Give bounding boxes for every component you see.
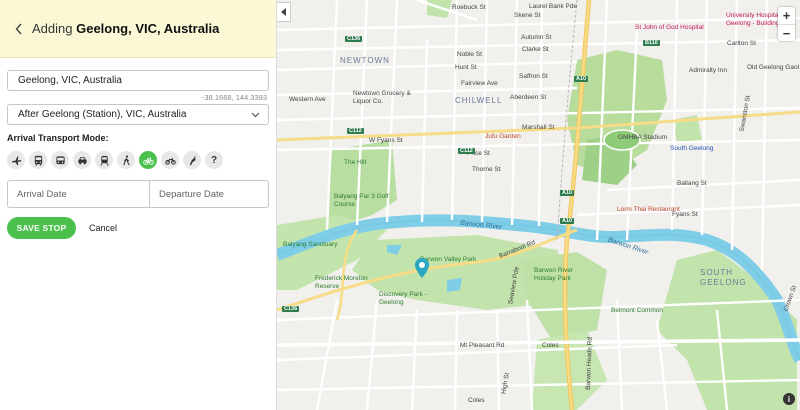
street-label: Thorne St [472, 166, 501, 173]
road-shield: C136 [345, 36, 363, 42]
poi-label: Newtown Grocery & Liquor Co. [353, 90, 411, 105]
poi-label: Admiralty Inn [689, 67, 727, 74]
poi-label: Lorm Thai Restaurant [617, 206, 680, 213]
street-label: Fyans St [672, 211, 698, 218]
street-label: Roebuck St [452, 4, 486, 11]
poi-label: University Hospital Geelong - Building [726, 12, 780, 27]
collapse-panel-button[interactable] [277, 2, 291, 22]
departure-date-input[interactable] [149, 181, 291, 207]
unknown-icon: ? [210, 154, 218, 166]
train-icon [99, 155, 109, 166]
poi-label: Coles [542, 342, 559, 349]
street-label: Laurel Bank Pde [529, 3, 578, 10]
suburb-label-south-geelong: SOUTH GEELONG [700, 268, 747, 287]
road-shield: C112 [458, 148, 475, 154]
poi-label: Balyang Par 3 Golf Course [334, 193, 389, 208]
transport-mode-label: Arrival Transport Mode: [7, 133, 109, 143]
title-place: Geelong, VIC, Australia [76, 21, 220, 36]
street-label: Noble St [457, 51, 482, 58]
poi-label: St John of God Hospital [635, 24, 704, 31]
mode-bus-button[interactable] [29, 151, 47, 169]
mode-coach-button[interactable] [51, 151, 69, 169]
info-button[interactable]: i [783, 393, 795, 405]
date-fields [7, 180, 291, 208]
suburb-label-chilwell: CHILWELL [455, 96, 503, 105]
panel-header: Adding Geelong, VIC, Australia [0, 0, 276, 58]
road-shield: C136 [282, 306, 300, 312]
street-label: W Fyans St [369, 137, 403, 144]
coordinates-readout: -38.1668, 144.3393 [201, 93, 267, 102]
poi-label: Discovery Park - Geelong [379, 291, 427, 306]
transport-mode-selector: ? [7, 151, 223, 169]
arrival-date-input[interactable] [8, 181, 149, 207]
mode-walk-button[interactable] [117, 151, 135, 169]
coach-icon [55, 155, 65, 164]
street-label: Hunt St [455, 64, 477, 71]
mode-bicycle-button[interactable] [139, 151, 157, 169]
add-stop-panel: Adding Geelong, VIC, Australia Geelong, … [0, 0, 291, 410]
bicycle-icon [142, 156, 154, 165]
location-pin-icon[interactable] [415, 258, 429, 278]
title-prefix: Adding [32, 21, 73, 36]
street-label: Western Ave [289, 96, 326, 103]
motorbike-icon [164, 157, 176, 165]
plane-icon [11, 155, 21, 165]
poi-label: The Hill [344, 159, 367, 166]
street-label: Ballang St [677, 180, 707, 187]
street-label: Clarke St [522, 46, 549, 53]
poi-label: Barwon River Holiday Park [534, 267, 574, 282]
map-view[interactable]: NEWTOWN CHILWELL SOUTH GEELONG Barwon Ri… [277, 0, 800, 410]
street-label: Marshall St [522, 124, 555, 131]
car-icon [77, 156, 87, 164]
road-shield: A10 [560, 218, 575, 224]
mode-car-button[interactable] [73, 151, 91, 169]
after-stop-select[interactable]: After Geelong (Station), VIC, Australia [7, 104, 269, 125]
street-label: Mt Pleasant Rd [460, 342, 505, 349]
walk-icon [122, 154, 130, 165]
street-label: Autumn St [521, 34, 552, 41]
place-input[interactable]: Geelong, VIC, Australia [7, 70, 269, 91]
back-button[interactable] [12, 19, 26, 39]
mode-motorbike-button[interactable] [161, 151, 179, 169]
poi-label: Coles [468, 397, 485, 404]
poi-label: Belmont Common [611, 307, 664, 314]
street-label: Aberdeen St [510, 94, 547, 101]
poi-label: Frederick Moreton Reserve [315, 275, 368, 290]
mode-unknown-button[interactable]: ? [205, 151, 223, 169]
chevron-left-icon [15, 23, 22, 34]
chevron-left-icon [280, 8, 286, 16]
street-label: Carlton St [727, 40, 756, 47]
save-stop-button[interactable]: SAVE STOP [7, 217, 76, 239]
mode-hitchhike-button[interactable] [183, 151, 201, 169]
suburb-label-newtown: NEWTOWN [340, 56, 390, 65]
road-shield: B110 [643, 40, 660, 46]
cancel-button[interactable]: Cancel [89, 223, 117, 233]
street-label: Fairview Ave [461, 80, 498, 87]
road-shield: C112 [347, 128, 364, 134]
road-shield: A10 [560, 190, 575, 196]
poi-label: Old Geelong Gaol [747, 64, 800, 71]
poi-label: GMHBA Stadium [618, 134, 668, 141]
mode-plane-button[interactable] [7, 151, 25, 169]
after-stop-value: After Geelong (Station), VIC, Australia [18, 109, 187, 120]
poi-label: South Geelong [670, 145, 714, 152]
page-title: Adding Geelong, VIC, Australia [32, 21, 219, 36]
poi-label: Balyang Sanctuary [283, 241, 338, 248]
hitchhike-icon [189, 155, 196, 165]
road-shield: A10 [574, 76, 589, 82]
place-input-value: Geelong, VIC, Australia [18, 75, 122, 86]
chevron-down-icon [250, 110, 260, 120]
zoom-control: + − [778, 7, 795, 41]
street-label: Skene St [514, 12, 541, 19]
zoom-in-button[interactable]: + [778, 7, 795, 24]
zoom-out-button[interactable]: − [778, 24, 795, 41]
street-label: Saffron St [519, 73, 548, 80]
bus-icon [34, 155, 42, 166]
mode-train-button[interactable] [95, 151, 113, 169]
poi-label: Jufu Garden [485, 133, 521, 140]
